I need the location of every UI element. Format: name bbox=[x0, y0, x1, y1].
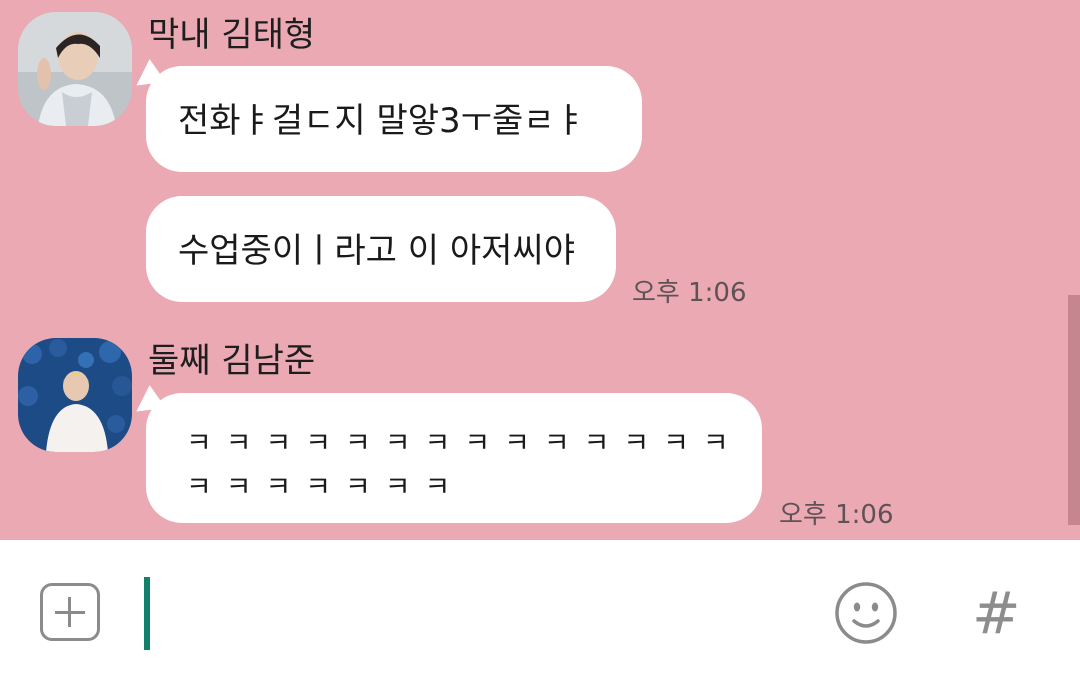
message-input[interactable] bbox=[156, 580, 800, 648]
profile-photo bbox=[18, 12, 132, 126]
message-text: 수업중이ㅣ라고 이 아저씨야 bbox=[178, 231, 575, 271]
message-bubble[interactable]: ㅋㅋㅋㅋㅋㅋㅋㅋㅋㅋㅋㅋㅋㅋ ㅋㅋㅋㅋㅋㅋㅋ bbox=[146, 393, 762, 523]
plus-icon[interactable] bbox=[40, 583, 100, 641]
message-time: 오후 1:06 bbox=[779, 500, 894, 530]
message-text: ㅋㅋㅋㅋㅋㅋㅋ bbox=[186, 470, 465, 503]
message-time: 오후 1:06 bbox=[632, 278, 747, 308]
avatar[interactable] bbox=[18, 338, 132, 452]
message-text: ㅋㅋㅋㅋㅋㅋㅋㅋㅋㅋㅋㅋㅋㅋ bbox=[186, 426, 743, 459]
avatar[interactable] bbox=[18, 12, 132, 126]
chat-area[interactable]: 막내 김태형 전화ㅑ걸ㄷ지 말앟3ㅜ줄ㄹㅑ 수업중이ㅣ라고 이 아저씨야 오후 … bbox=[0, 0, 1080, 540]
message-text: 전화ㅑ걸ㄷ지 말앟3ㅜ줄ㄹㅑ bbox=[178, 101, 586, 141]
message-input-bar: # bbox=[0, 540, 1080, 685]
sender-name: 둘째 김남준 bbox=[148, 341, 316, 381]
message-bubble[interactable]: 전화ㅑ걸ㄷ지 말앟3ㅜ줄ㄹㅑ bbox=[146, 66, 642, 172]
sender-name: 막내 김태형 bbox=[148, 15, 316, 55]
text-cursor bbox=[144, 577, 150, 650]
profile-photo bbox=[18, 338, 132, 452]
hashtag-icon[interactable]: # bbox=[972, 578, 1021, 648]
emoji-icon[interactable] bbox=[834, 581, 898, 645]
scrollbar[interactable] bbox=[1068, 295, 1080, 525]
message-bubble[interactable]: 수업중이ㅣ라고 이 아저씨야 bbox=[146, 196, 616, 302]
